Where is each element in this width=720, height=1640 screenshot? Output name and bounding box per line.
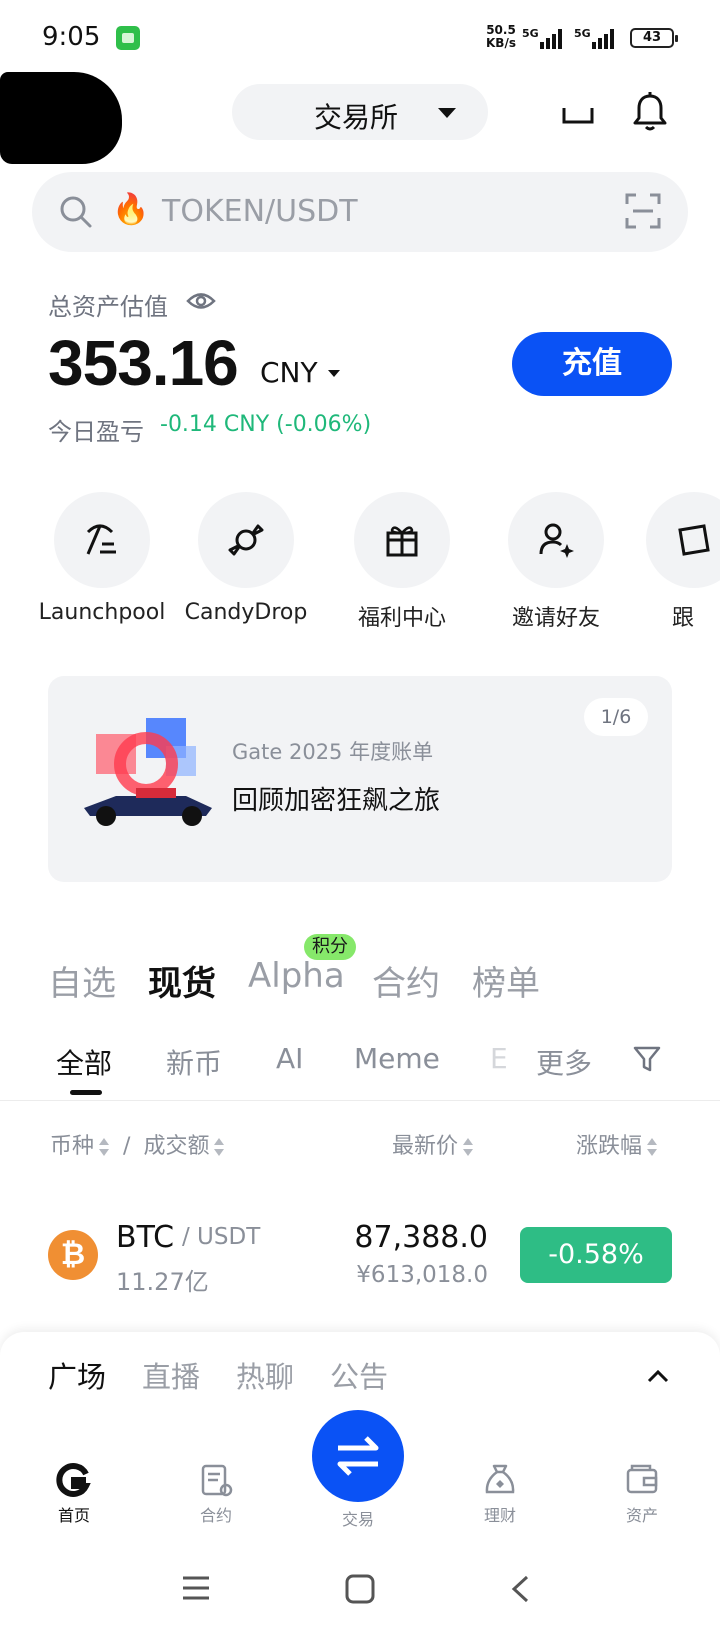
back-icon[interactable] — [508, 1574, 532, 1604]
banner-title: 回顾加密狂飙之旅 — [232, 786, 441, 816]
eye-icon[interactable] — [186, 290, 216, 312]
total-assets-label: 总资产估值 — [48, 293, 168, 321]
trade-button[interactable] — [312, 1410, 404, 1502]
nav-assets[interactable]: 资产 — [592, 1462, 692, 1526]
tab-live[interactable]: 直播 — [142, 1354, 200, 1396]
home-icon — [56, 1463, 91, 1497]
divider — [0, 1100, 720, 1101]
exchange-switch[interactable]: 交易所 — [232, 84, 488, 140]
wallet-icon — [626, 1464, 658, 1494]
subtab-more[interactable]: 更多 — [536, 1042, 592, 1082]
quick-action-launchpool[interactable]: Launchpool — [22, 492, 182, 625]
coin-volume: 11.27亿 — [116, 1268, 209, 1296]
subtab-all[interactable]: 全部 — [56, 1042, 112, 1082]
network-speed: 50.5 KB/s — [486, 23, 516, 50]
bell-icon[interactable] — [628, 90, 672, 134]
battery-icon: 43 — [630, 28, 678, 48]
coin-price-cny: ¥613,018.0 — [356, 1262, 488, 1288]
notification-app-icon — [116, 26, 140, 50]
search-input[interactable]: TOKEN/USDT — [162, 194, 358, 229]
contract-icon — [201, 1464, 233, 1497]
scan-icon[interactable] — [624, 192, 662, 230]
quick-action-copy-trade[interactable]: 跟 — [626, 492, 720, 632]
tab-announcements[interactable]: 公告 — [330, 1354, 388, 1396]
btc-logo-icon: ₿ — [48, 1230, 98, 1280]
gate-car-illustration — [84, 718, 212, 826]
search-bar[interactable]: 🔥 TOKEN/USDT — [32, 172, 688, 252]
active-tab-indicator — [70, 1090, 102, 1095]
gift-icon — [386, 526, 418, 557]
copy-trade-icon — [678, 524, 710, 556]
deposit-button[interactable]: 充值 — [512, 332, 672, 396]
subtab-truncated[interactable]: E — [490, 1042, 508, 1075]
nav-home[interactable]: 首页 — [24, 1462, 124, 1526]
tab-rankings[interactable]: 榜单 — [472, 956, 540, 1005]
total-assets-value: 353.16 — [48, 327, 239, 399]
tab-hot-chat[interactable]: 热聊 — [236, 1354, 294, 1396]
signal-icon: 5G — [574, 27, 614, 49]
status-bar: 9:05 50.5 KB/s 5G 5G 43 — [0, 0, 720, 76]
status-time: 9:05 — [42, 22, 101, 52]
signal-icon: 5G — [522, 27, 562, 49]
tab-square[interactable]: 广场 — [48, 1354, 106, 1396]
subtab-ai[interactable]: AI — [276, 1042, 303, 1075]
sort-icon — [99, 1138, 110, 1156]
sort-icon — [463, 1138, 474, 1156]
exchange-label: 交易所 — [314, 101, 399, 134]
tab-futures[interactable]: 合约 — [372, 956, 440, 1005]
finance-bag-icon — [485, 1464, 515, 1494]
menu-icon[interactable] — [180, 1574, 212, 1602]
candy-icon — [228, 524, 264, 556]
promo-banner[interactable]: 1/6 Gate 2025 年度账单 回顾加密狂飙之旅 — [48, 676, 672, 882]
filter-icon[interactable] — [632, 1044, 662, 1074]
column-header-coin[interactable]: 币种 / 成交额 — [50, 1128, 225, 1160]
svg-text:5G: 5G — [522, 27, 539, 40]
points-badge: 积分 — [304, 934, 356, 960]
change-badge[interactable]: -0.58% — [520, 1227, 672, 1283]
svg-text:5G: 5G — [574, 27, 591, 40]
chevron-up-icon[interactable] — [646, 1368, 670, 1384]
coin-price: 87,388.0 — [354, 1220, 488, 1255]
today-pnl-label: 今日盈亏 — [48, 418, 144, 446]
subtab-new-coins[interactable]: 新币 — [166, 1042, 222, 1082]
tab-watchlist[interactable]: 自选 — [48, 956, 116, 1005]
fullscreen-icon[interactable] — [556, 90, 600, 134]
fire-icon: 🔥 — [112, 192, 150, 227]
caret-down-icon — [438, 108, 456, 118]
redacted-avatar[interactable] — [0, 72, 122, 164]
home-square-icon[interactable] — [344, 1574, 376, 1604]
quick-action-welfare-center[interactable]: 福利中心 — [322, 492, 482, 632]
today-pnl-value: -0.14 CNY (-0.06%) — [160, 412, 372, 437]
search-icon — [60, 196, 92, 228]
coin-quote: / USDT — [182, 1224, 261, 1250]
nav-finance[interactable]: 理财 — [450, 1462, 550, 1526]
sort-icon — [214, 1138, 225, 1156]
subtab-meme[interactable]: Meme — [354, 1042, 440, 1075]
coin-symbol: BTC — [116, 1220, 175, 1255]
trade-label: 交易 — [341, 1510, 374, 1529]
quick-action-invite-friends[interactable]: 邀请好友 — [476, 492, 636, 632]
sort-icon — [647, 1138, 658, 1156]
trade-swap-icon — [337, 1436, 379, 1476]
nav-futures[interactable]: 合约 — [166, 1462, 266, 1526]
caret-down-icon[interactable] — [328, 370, 340, 377]
column-header-price[interactable]: 最新价 — [392, 1128, 474, 1160]
tab-alpha[interactable]: Alpha — [248, 956, 345, 996]
currency-selector[interactable]: CNY — [260, 356, 318, 389]
tab-spot[interactable]: 现货 — [148, 956, 216, 1005]
column-header-change[interactable]: 涨跌幅 — [576, 1128, 658, 1160]
quick-action-candydrop[interactable]: CandyDrop — [166, 492, 326, 625]
banner-subtitle: Gate 2025 年度账单 — [232, 740, 434, 764]
invite-user-icon — [539, 523, 574, 558]
pickaxe-icon — [86, 524, 116, 555]
banner-page-indicator: 1/6 — [584, 698, 648, 736]
